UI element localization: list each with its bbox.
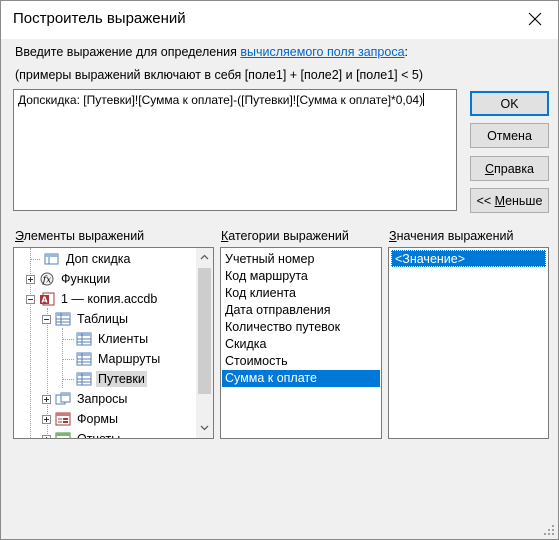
chevron-up-icon xyxy=(200,254,209,259)
expand-icon[interactable] xyxy=(26,274,35,284)
tree-scrollbar[interactable] xyxy=(196,248,213,438)
collapse-icon[interactable] xyxy=(42,314,51,324)
scroll-up-arrow[interactable] xyxy=(196,248,213,265)
title-bar: Построитель выражений xyxy=(1,1,558,39)
tree-item-reports[interactable]: Отчеты xyxy=(42,429,122,438)
expression-builder-dialog: Построитель выражений Введите выражение … xyxy=(0,0,559,540)
report-icon xyxy=(55,432,71,438)
expand-icon[interactable] xyxy=(42,394,51,404)
list-item[interactable]: Скидка xyxy=(222,336,266,353)
less-button[interactable]: << Меньше xyxy=(470,188,549,213)
tree-item-queries[interactable]: Запросы xyxy=(42,389,129,409)
cancel-button[interactable]: Отмена xyxy=(470,123,549,148)
tree-item-putevki[interactable]: Путевки xyxy=(72,369,147,389)
svg-text:A: A xyxy=(41,296,48,305)
examples-text: (примеры выражений включают в себя [поле… xyxy=(15,68,424,82)
chevron-down-icon xyxy=(200,425,209,430)
table-icon xyxy=(55,312,71,326)
text-caret xyxy=(423,93,425,106)
list-item[interactable]: Дата отправления xyxy=(222,302,330,319)
help-button[interactable]: Справка xyxy=(470,156,549,181)
expression-elements-label: Элементы выражений xyxy=(15,229,145,243)
scroll-down-arrow[interactable] xyxy=(196,419,213,436)
scroll-thumb[interactable] xyxy=(198,268,211,394)
expression-values-label: Значения выражений xyxy=(389,229,514,243)
dialog-title: Построитель выражений xyxy=(13,10,186,27)
expression-categories-label: Категории выражений xyxy=(221,229,349,243)
svg-text:fx: fx xyxy=(42,276,51,286)
tree-item-database[interactable]: A 1 — копия.accdb xyxy=(26,289,159,309)
list-item[interactable]: Код маршрута xyxy=(222,268,308,285)
list-item-selected[interactable]: Сумма к оплате xyxy=(222,370,380,387)
table-icon xyxy=(76,332,92,346)
expression-text: Допскидка: [Путевки]![Сумма к оплате]-([… xyxy=(18,93,424,107)
form-icon xyxy=(55,412,71,426)
resize-grip-icon[interactable] xyxy=(543,524,555,536)
calculated-field-link[interactable]: вычисляемого поля запроса xyxy=(240,45,404,59)
list-item[interactable]: Количество путевок xyxy=(222,319,340,336)
tree-item-klienty[interactable]: Клиенты xyxy=(72,329,150,349)
ok-button[interactable]: OK xyxy=(470,91,549,116)
list-item[interactable]: Учетный номер xyxy=(222,251,314,268)
tree-item-functions[interactable]: fx Функции xyxy=(26,269,112,289)
instruction-text: Введите выражение для определения вычисл… xyxy=(15,45,409,59)
access-db-icon: A xyxy=(40,292,55,306)
expression-elements-tree[interactable]: Доп скидка fx Функции A 1 — копия.accdb xyxy=(13,247,214,439)
close-button[interactable] xyxy=(520,5,550,33)
tree-item-dop-skidka[interactable]: Доп скидка xyxy=(40,249,133,269)
expression-categories-list[interactable]: Учетный номер Код маршрута Код клиента Д… xyxy=(220,247,382,439)
selected-tree-label: Путевки xyxy=(96,371,147,387)
list-item[interactable]: Стоимость xyxy=(222,353,288,370)
expression-input[interactable]: Допскидка: [Путевки]![Сумма к оплате]-([… xyxy=(13,89,457,211)
expand-icon[interactable] xyxy=(42,414,51,424)
tree-item-tables[interactable]: Таблицы xyxy=(42,309,130,329)
close-icon xyxy=(528,12,542,26)
collapse-icon[interactable] xyxy=(26,294,35,304)
query-icon xyxy=(55,392,71,405)
expression-values-list[interactable]: <Значение> xyxy=(388,247,549,439)
tree-item-forms[interactable]: Формы xyxy=(42,409,120,429)
query-field-icon xyxy=(44,253,59,265)
tree-item-marshruty[interactable]: Маршруты xyxy=(72,349,162,369)
list-item-selected[interactable]: <Значение> xyxy=(391,250,546,267)
list-item[interactable]: Код клиента xyxy=(222,285,296,302)
expand-icon[interactable] xyxy=(42,434,51,438)
table-icon xyxy=(76,372,92,386)
table-icon xyxy=(76,352,92,366)
function-icon: fx xyxy=(40,272,54,286)
